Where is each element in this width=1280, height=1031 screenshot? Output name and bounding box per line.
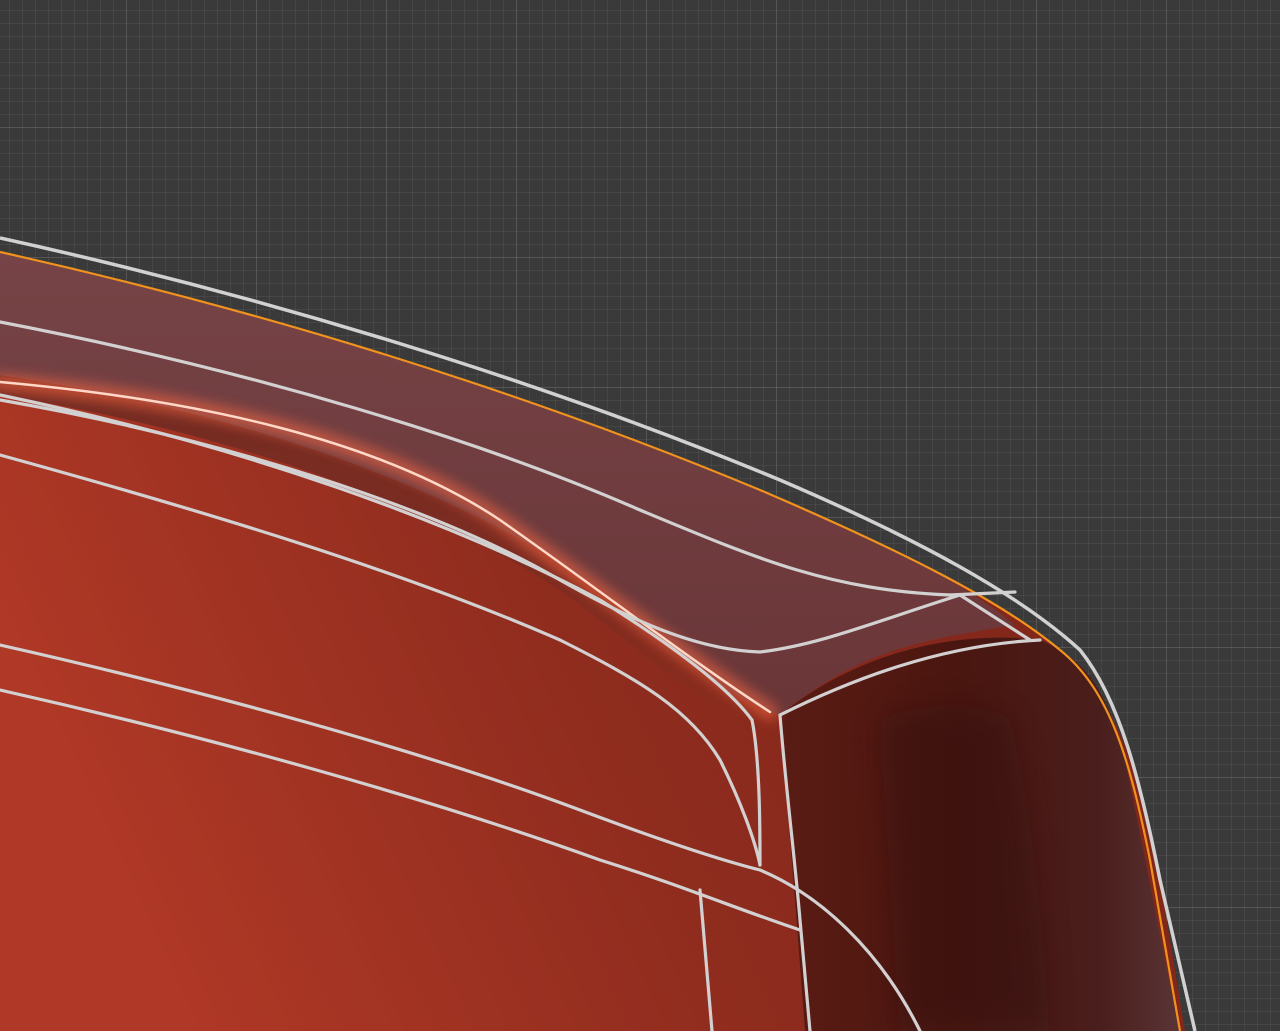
3d-viewport[interactable] — [0, 0, 1280, 1031]
model-render[interactable] — [0, 0, 1280, 1031]
